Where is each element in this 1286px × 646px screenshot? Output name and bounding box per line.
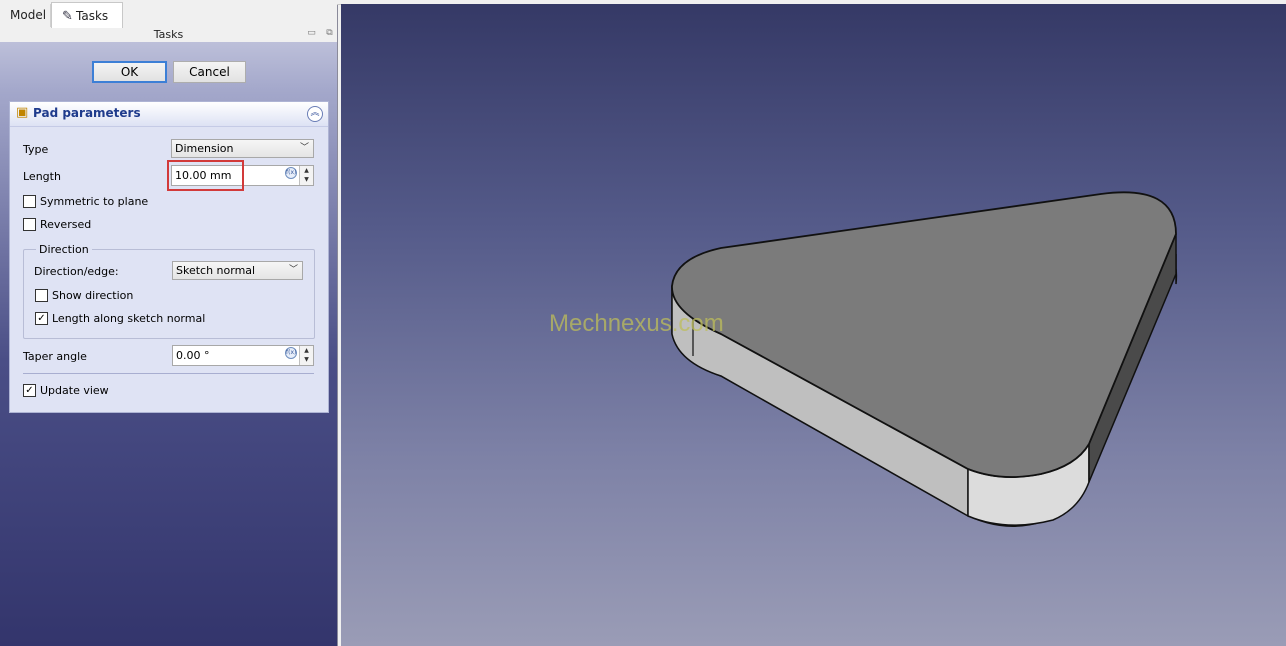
update-view-checkbox[interactable]: ✓ [23, 384, 36, 397]
pad-solid[interactable] [341, 4, 1286, 646]
panel-header: Tasks ▭ ⧉ [0, 28, 337, 42]
direction-edge-select[interactable]: Sketch normal ﹀ [172, 261, 303, 280]
pad-icon: ▣ [16, 105, 29, 120]
length-along-checkbox[interactable]: ✓ [35, 312, 48, 325]
type-select-value: Dimension [175, 142, 234, 155]
pad-parameters-box: ▣ Pad parameters ︽ Type Dimension ﹀ Leng… [9, 101, 329, 413]
ok-button[interactable]: OK [92, 61, 167, 83]
type-select[interactable]: Dimension ﹀ [171, 139, 314, 158]
show-direction-checkbox[interactable] [35, 289, 48, 302]
taper-input[interactable]: 0.00 ° f(x) ▲ ▼ [172, 345, 314, 366]
minimize-icon[interactable]: ▭ [307, 29, 316, 38]
update-view-label: Update view [40, 384, 109, 397]
taper-value: 0.00 ° [176, 349, 210, 362]
tab-tasks[interactable]: ✎ Tasks [51, 2, 123, 29]
task-panel: Model ✎ Tasks Tasks ▭ ⧉ OK Cancel ▣ Pad p… [0, 0, 338, 646]
cancel-button[interactable]: Cancel [173, 61, 246, 83]
taper-label: Taper angle [23, 350, 87, 363]
direction-edge-label: Direction/edge: [34, 265, 119, 278]
tab-bar: Model ✎ Tasks [0, 0, 337, 29]
direction-edge-value: Sketch normal [176, 264, 256, 277]
pencil-icon: ✎ [62, 9, 73, 24]
separator [23, 373, 314, 374]
watermark-text: Mechnexus.com [549, 310, 724, 337]
chevron-down-icon: ﹀ [299, 143, 309, 153]
spin-arrows-icon[interactable]: ▲ ▼ [299, 346, 313, 365]
tab-model[interactable]: Model [0, 4, 51, 27]
panel-title: Tasks [153, 28, 184, 41]
3d-viewport[interactable]: Mechnexus.com [341, 4, 1286, 646]
show-direction-label: Show direction [52, 289, 134, 302]
type-label: Type [23, 143, 49, 156]
tab-model-label: Model [10, 8, 47, 22]
length-along-label: Length along sketch normal [52, 312, 206, 325]
spin-arrows-icon[interactable]: ▲ ▼ [299, 166, 313, 185]
length-highlight-box [167, 160, 244, 191]
direction-group-title: Direction [36, 243, 92, 256]
collapse-icon[interactable]: ︽ [307, 106, 323, 122]
length-label: Length [23, 170, 61, 183]
chevron-down-icon: ﹀ [288, 265, 298, 275]
symmetric-label: Symmetric to plane [40, 195, 149, 208]
expression-icon[interactable]: f(x) [285, 347, 297, 359]
pad-parameters-header[interactable]: ▣ Pad parameters ︽ [10, 102, 328, 127]
symmetric-checkbox[interactable] [23, 195, 36, 208]
reversed-label: Reversed [40, 218, 92, 231]
float-icon[interactable]: ⧉ [325, 29, 334, 38]
pad-parameters-title: Pad parameters [33, 106, 141, 120]
tab-tasks-label: Tasks [76, 9, 109, 23]
reversed-checkbox[interactable] [23, 218, 36, 231]
expression-icon[interactable]: f(x) [285, 167, 297, 179]
